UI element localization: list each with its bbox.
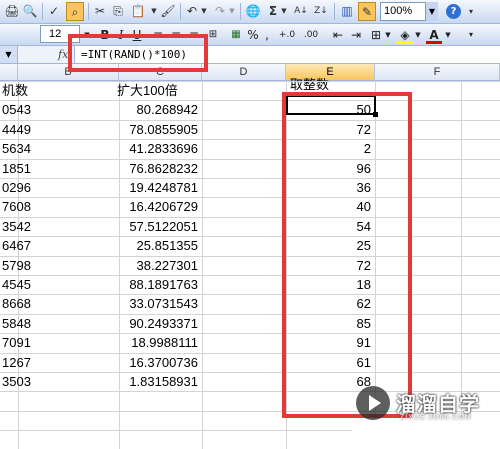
decrease-decimal-button[interactable]: .00 [300,26,322,44]
cell-c[interactable]: 38.227301 [119,256,202,275]
paste-icon[interactable]: 📋 [128,2,148,21]
cell-c[interactable]: 88.1891763 [119,275,202,294]
currency-icon[interactable]: ▦ [228,26,244,44]
cell-c[interactable]: 78.0855905 [119,120,202,139]
cell-a[interactable]: 5634 [0,139,40,158]
formatting-options-icon[interactable]: ▾ [466,26,476,44]
cell-c[interactable]: 16.3700736 [119,353,202,372]
formula-highlight-box [68,34,208,72]
cell-a[interactable]: 4449 [0,120,40,139]
cell-c[interactable]: 33.0731543 [119,294,202,313]
cell-a[interactable]: 6467 [0,236,40,255]
header-cell-c[interactable]: 扩大100倍 [115,81,205,100]
toolbar-options-icon[interactable]: ▾ [466,2,476,21]
comma-button[interactable]: , [262,26,272,44]
research-icon[interactable]: ⌕ [66,2,84,21]
fill-color-dropdown-icon[interactable]: ▼ [414,26,422,44]
cell-a[interactable]: 5798 [0,256,40,275]
paste-dropdown-icon[interactable]: ▼ [150,2,158,21]
search-icon[interactable]: 🔍 [22,2,38,21]
result-column-highlight-box [282,92,412,418]
column-header-f[interactable]: F [375,64,500,81]
redo-icon[interactable]: ↷ [212,2,228,21]
cell-a[interactable]: 5848 [0,314,40,333]
cell-a[interactable]: 7091 [0,333,40,352]
print-preview-icon[interactable]: 🖨 [4,2,20,21]
fill-color-icon[interactable]: ◈ [396,26,414,44]
cell-a[interactable]: 7608 [0,197,40,216]
cell-a[interactable]: 1851 [0,159,40,178]
cell-c[interactable]: 90.2493371 [119,314,202,333]
name-box-dropdown-icon[interactable]: ▼ [0,46,18,63]
cell-c[interactable]: 80.268942 [119,100,202,119]
autosum-icon[interactable]: Σ [266,2,280,21]
column-header-a[interactable] [0,64,18,81]
cell-c[interactable]: 41.2833696 [119,139,202,158]
cell-c[interactable]: 76.8628232 [119,159,202,178]
autosum-dropdown-icon[interactable]: ▼ [280,2,288,21]
cut-icon[interactable]: ✂ [92,2,108,21]
redo-dropdown-icon[interactable]: ▼ [228,2,236,21]
hyperlink-icon[interactable]: 🌐 [244,2,262,21]
cell-c[interactable]: 25.851355 [119,236,202,255]
column-header-d[interactable]: D [202,64,286,81]
cell-c[interactable]: 16.4206729 [119,197,202,216]
header-cell-a[interactable]: 机数 [0,81,40,100]
borders-dropdown-icon[interactable]: ▼ [384,26,392,44]
cell-a[interactable]: 3503 [0,372,40,391]
drawing-icon[interactable]: ✎ [358,2,376,21]
increase-indent-icon[interactable]: ⇥ [348,26,364,44]
cell-c[interactable]: 1.83158931 [119,372,202,391]
increase-decimal-button[interactable]: +.0 [276,26,298,44]
zoom-value: 100% [384,5,413,17]
cell-a[interactable]: 3542 [0,217,40,236]
help-icon[interactable]: ? [446,4,461,19]
cell-a[interactable]: 8668 [0,294,40,313]
cell-a[interactable]: 0296 [0,178,40,197]
watermark-title: 溜溜自学 [396,392,480,416]
font-size-value: 12 [49,28,62,40]
font-color-icon[interactable]: A [426,26,442,44]
cell-c[interactable]: 57.5122051 [119,217,202,236]
sort-ascending-icon[interactable]: A↓ [292,2,310,21]
play-logo-icon [356,386,390,420]
borders-icon[interactable]: ⊞ [368,26,384,44]
spelling-icon[interactable]: ✓ [46,2,62,21]
zoom-dropdown-icon[interactable]: ▼ [425,2,438,21]
undo-icon[interactable]: ↶ [184,2,200,21]
copy-icon[interactable]: ⎘ [110,2,126,21]
format-painter-icon[interactable]: 🖌 [160,2,176,21]
cell-c[interactable]: 18.9988111 [119,333,202,352]
standard-toolbar: 🖨 🔍 ✓ ⌕ ✂ ⎘ 📋 ▼ 🖌 ↶ ▼ ↷ ▼ 🌐 Σ ▼ A↓ Z↓ ▥ … [0,0,500,24]
sort-descending-icon[interactable]: Z↓ [312,2,330,21]
decrease-indent-icon[interactable]: ⇤ [330,26,346,44]
cell-a[interactable]: 1267 [0,353,40,372]
chart-wizard-icon[interactable]: ▥ [338,2,356,21]
watermark-subtitle: ZIXUE.3D66.COM [400,414,472,421]
undo-dropdown-icon[interactable]: ▼ [200,2,208,21]
percent-button[interactable]: % [246,26,260,44]
cell-c[interactable]: 19.4248781 [119,178,202,197]
watermark: 溜溜自学 ZIXUE.3D66.COM [352,380,492,432]
cell-a[interactable]: 4545 [0,275,40,294]
font-color-dropdown-icon[interactable]: ▼ [444,26,452,44]
cell-a[interactable]: 0543 [0,100,40,119]
